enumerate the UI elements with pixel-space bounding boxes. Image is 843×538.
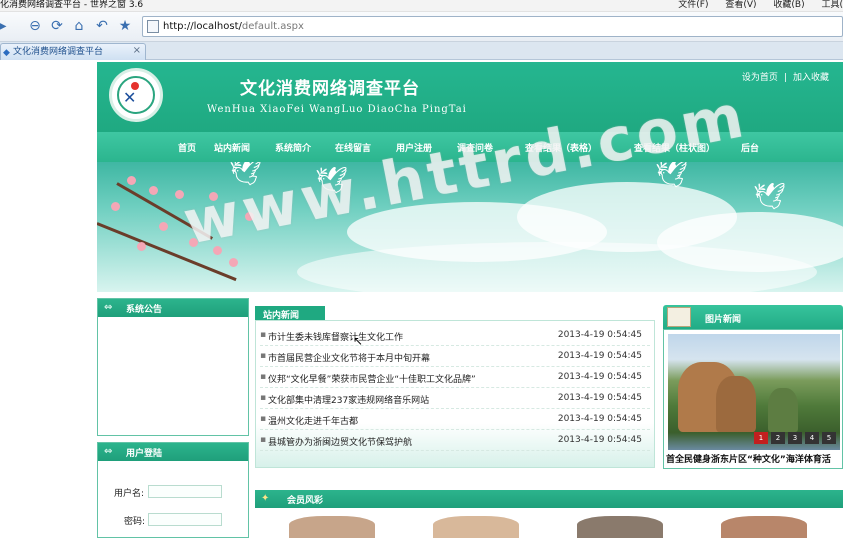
stop-icon[interactable]: ⊖ — [26, 17, 44, 35]
news-item[interactable]: ▪ 市计生委未钱库督察计生文化工作 2013-4-19 0:54:45 — [260, 326, 650, 346]
news-item[interactable]: ▪ 仪邦“文化早餐”荣获市民营企业“十佳职工文化品牌” 2013-4-19 0:54… — [260, 368, 650, 388]
nav-online-message[interactable]: 在线留言 — [335, 141, 371, 154]
address-bar[interactable]: http://localhost/default.aspx — [142, 16, 843, 37]
page-icon — [147, 20, 159, 33]
favorite-star-icon[interactable]: ★ — [116, 17, 134, 35]
arrows-icon: ⇔ — [104, 302, 113, 313]
dove-icon: 🕊 — [315, 166, 349, 196]
slide-page-2[interactable]: 2 — [771, 432, 785, 444]
web-page: ✕ 文化消费网络调查平台 WenHua XiaoFei WangLuo Diao… — [97, 62, 843, 538]
site-logo: ✕ — [109, 68, 163, 122]
nav-user-register[interactable]: 用户注册 — [396, 141, 432, 154]
address-url[interactable]: http://localhost/default.aspx — [163, 20, 304, 33]
window-title: 化消费网络调查平台 - 世界之窗 3.6 — [0, 0, 144, 10]
tab-title: 文化消费网络调查平台 — [13, 47, 104, 57]
site-title: 文化消费网络调查平台 — [240, 79, 420, 99]
news-tab: 站内新闻 — [255, 306, 325, 321]
menu-file[interactable]: 文件(F) — [678, 0, 708, 10]
member-photo[interactable] — [433, 516, 519, 538]
notice-header: ⇔ 系统公告 — [98, 299, 248, 317]
forward-icon[interactable]: ▸ — [0, 17, 12, 35]
news-list: ▪ 市计生委未钱库督察计生文化工作 2013-4-19 0:54:45 ▪ 市首届民营… — [255, 320, 655, 468]
news-item[interactable]: ▪ 县城管办为浙闽边贸文化节保驾护航 2013-4-19 0:54:45 — [260, 431, 650, 451]
notice-panel: ⇔ 系统公告 — [97, 298, 249, 436]
books-icon — [667, 307, 691, 327]
menu-view[interactable]: 查看(V) — [725, 0, 756, 10]
menu-bar: 文件(F) 查看(V) 收藏(B) 工具( — [678, 0, 843, 11]
members-header: ✦ 会员风彩 — [255, 490, 843, 508]
username-label: 用户名: — [114, 489, 145, 499]
browser-tab[interactable]: ◆ 文化消费网络调查平台 × — [0, 43, 146, 60]
add-favorite-link[interactable]: 加入收藏 — [793, 73, 829, 83]
header-links: 设为首页 | 加入收藏 — [742, 70, 829, 83]
refresh-icon[interactable]: ⟳ — [48, 17, 66, 35]
nav-admin[interactable]: 后台 — [741, 141, 759, 154]
login-title: 用户登陆 — [126, 449, 163, 459]
members-title: 会员风彩 — [287, 496, 324, 506]
member-photo[interactable] — [577, 516, 663, 538]
slide-page-3[interactable]: 3 — [788, 432, 802, 444]
dove-icon: 🕊 — [229, 162, 263, 188]
tab-page-icon: ◆ — [3, 48, 10, 58]
picture-news-caption[interactable]: 首全民健身浙东片区“种文化”海洋体育活 — [666, 452, 842, 465]
password-label: 密码: — [124, 517, 146, 527]
nav-results-table[interactable]: 查看结果（表格） — [525, 141, 597, 154]
menu-tools[interactable]: 工具( — [821, 0, 843, 10]
news-item[interactable]: ▪ 市首届民营企业文化节将于本月中旬开幕 2013-4-19 0:54:45 — [260, 347, 650, 367]
username-input[interactable] — [148, 485, 222, 498]
members-icon: ✦ — [261, 493, 270, 504]
nav-system-intro[interactable]: 系统简介 — [275, 141, 311, 154]
dove-icon: 🕊 — [655, 162, 689, 190]
nav-results-bar-chart[interactable]: 查看结果（柱状图） — [634, 141, 715, 154]
picture-news-header: 图片新闻 — [663, 305, 843, 329]
slide-page-5[interactable]: 5 — [822, 432, 836, 444]
member-photo[interactable] — [721, 516, 807, 538]
password-input[interactable] — [148, 513, 222, 526]
dove-icon: 🕊 — [753, 182, 787, 212]
mouse-cursor-icon: ↖ — [353, 334, 364, 348]
arrows-icon: ⇔ — [104, 446, 113, 457]
news-item[interactable]: ▪ 文化部集中清理237家违规网络音乐网站 2013-4-19 0:54:45 — [260, 389, 650, 409]
login-panel: ⇔ 用户登陆 用户名: 密码: — [97, 442, 249, 538]
picture-news-title: 图片新闻 — [705, 315, 742, 325]
news-item[interactable]: ▪ 温州文化走进千年古都 2013-4-19 0:54:45 — [260, 410, 650, 430]
nav-survey[interactable]: 调查问卷 — [457, 141, 493, 154]
picture-news-panel: 1 2 3 4 5 首全民健身浙东片区“种文化”海洋体育活 — [663, 329, 843, 469]
home-icon[interactable]: ⌂ — [70, 17, 88, 35]
slide-page-4[interactable]: 4 — [805, 432, 819, 444]
tab-bar: ◆ 文化消费网络调查平台 × — [0, 42, 843, 60]
main-nav: 首页 站内新闻 系统简介 在线留言 用户注册 调查问卷 查看结果（表格） 查看结… — [97, 132, 843, 162]
banner-image: 🕊 🕊 🕊 🕊 — [97, 162, 843, 292]
nav-home[interactable]: 首页 — [178, 141, 196, 154]
window-titlebar: 化消费网络调查平台 - 世界之窗 3.6 文件(F) 查看(V) 收藏(B) 工… — [0, 0, 843, 12]
notice-title: 系统公告 — [126, 305, 163, 315]
login-header: ⇔ 用户登陆 — [98, 443, 248, 461]
site-header: ✕ 文化消费网络调查平台 WenHua XiaoFei WangLuo Diao… — [97, 62, 843, 132]
set-homepage-link[interactable]: 设为首页 — [742, 73, 778, 83]
slide-page-1[interactable]: 1 — [754, 432, 768, 444]
browser-toolbar: ▸ ⊖ ⟳ ⌂ ↶ ★ http://localhost/default.asp… — [0, 12, 843, 42]
tab-close-icon[interactable]: × — [133, 45, 141, 56]
menu-favorites[interactable]: 收藏(B) — [773, 0, 804, 10]
link-separator: | — [783, 73, 787, 83]
member-photo[interactable] — [289, 516, 375, 538]
site-subtitle: WenHua XiaoFei WangLuo DiaoCha PingTai — [207, 104, 467, 115]
nav-site-news[interactable]: 站内新闻 — [214, 141, 250, 154]
picture-news-image[interactable]: 1 2 3 4 5 — [668, 334, 840, 450]
undo-icon[interactable]: ↶ — [93, 17, 111, 35]
